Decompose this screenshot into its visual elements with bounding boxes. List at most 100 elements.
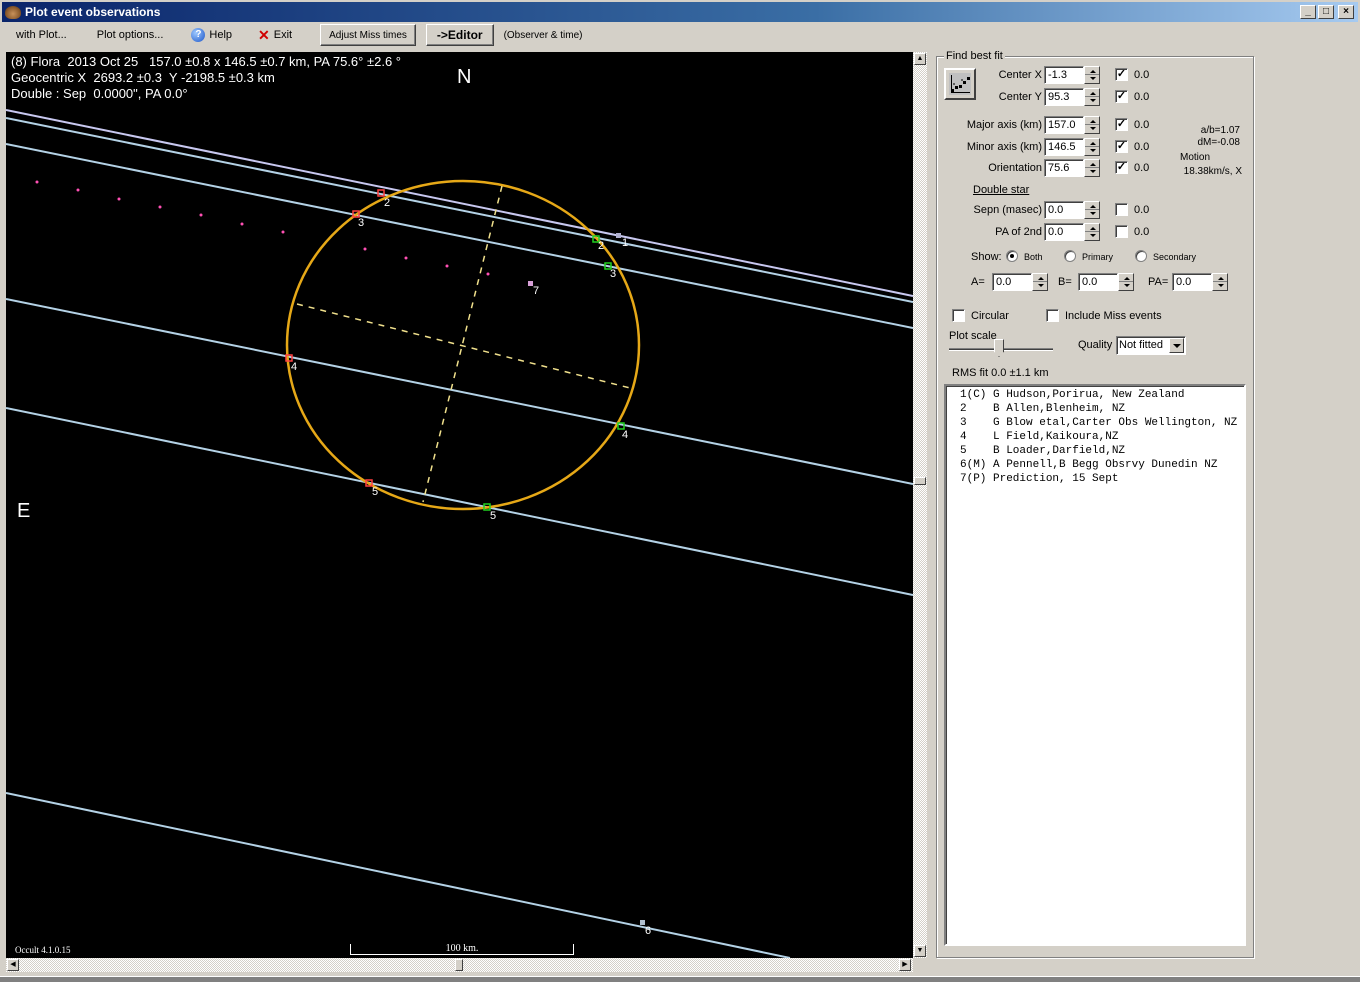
chord-label-2b: 2 xyxy=(598,240,604,252)
scroll-up-button[interactable]: ▲ xyxy=(914,53,926,65)
center-x-spinner[interactable] xyxy=(1084,66,1100,84)
center-y-spinner[interactable] xyxy=(1084,88,1100,106)
pa-label: PA= xyxy=(1148,276,1169,288)
list-item[interactable]: 1(C) G Hudson,Porirua, New Zealand xyxy=(946,388,1244,402)
major-axis-spinner[interactable] xyxy=(1084,116,1100,134)
b-input[interactable]: 0.0 xyxy=(1078,273,1118,291)
menu-plot-options-label: Plot options... xyxy=(96,29,164,41)
major-axis-label: Major axis (km) xyxy=(966,119,1042,131)
center-x-input[interactable]: -1.3 xyxy=(1044,66,1084,84)
center-x-checkbox[interactable]: ✓ xyxy=(1115,68,1128,81)
find-best-fit-title: Find best fit xyxy=(944,50,1005,62)
a-input[interactable]: 0.0 xyxy=(992,273,1032,291)
menu-help[interactable]: ? Help xyxy=(173,24,242,46)
pa-2nd-spinner[interactable] xyxy=(1084,223,1100,241)
minimize-button[interactable]: _ xyxy=(1300,5,1316,19)
horizontal-scroll-thumb[interactable] xyxy=(455,959,463,971)
double-star-title: Double star xyxy=(973,184,1030,196)
prediction-point xyxy=(363,247,367,251)
menu-plot-options[interactable]: Plot options... xyxy=(77,24,174,46)
list-item[interactable]: 5 B Loader,Darfield,NZ xyxy=(946,444,1244,458)
observer-list[interactable]: 1(C) G Hudson,Porirua, New Zealand 2 B A… xyxy=(944,384,1246,946)
sepn-spinner[interactable] xyxy=(1084,201,1100,219)
list-item[interactable]: 7(P) Prediction, 15 Sept xyxy=(946,472,1244,486)
vertical-scroll-thumb[interactable] xyxy=(914,477,926,485)
circular-checkbox[interactable] xyxy=(952,309,965,322)
quality-select[interactable]: Not fitted xyxy=(1116,336,1186,355)
chord-line-5 xyxy=(6,407,913,596)
minor-axis-spinner[interactable] xyxy=(1084,138,1100,156)
pa-2nd-input[interactable]: 0.0 xyxy=(1044,223,1084,241)
list-item[interactable]: 3 G Blow etal,Carter Obs Wellington, NZ xyxy=(946,416,1244,430)
menu-bar: with Plot... Plot options... ? Help ✕ Ex… xyxy=(2,22,1358,48)
prediction-point xyxy=(486,272,490,276)
show-both-radio[interactable] xyxy=(1006,250,1018,262)
prediction-point xyxy=(445,264,449,268)
pa-spinner[interactable] xyxy=(1212,273,1228,291)
plot-scale-label: Plot scale xyxy=(949,330,997,342)
chord-label-7: 7 xyxy=(533,285,539,297)
scale-label: 100 km. xyxy=(445,943,479,954)
b-spinner[interactable] xyxy=(1118,273,1134,291)
motion-value: 18.38km/s, X xyxy=(1183,166,1242,177)
plot-canvas[interactable]: 1 2 2 3 3 4 4 5 5 6 7 (8) Flora 2013 Oct 25 157.0 … xyxy=(6,52,913,958)
prediction-point xyxy=(76,188,80,192)
major-axis-input[interactable]: 157.0 xyxy=(1044,116,1084,134)
vertical-scrollbar[interactable]: ▲ ▼ xyxy=(913,52,927,958)
quality-label: Quality xyxy=(1078,339,1113,351)
center-x-delta: 0.0 xyxy=(1134,69,1150,81)
horizontal-scrollbar[interactable]: ◀ ▶ xyxy=(6,958,913,972)
minor-axis-line xyxy=(422,185,503,503)
prediction-point xyxy=(281,230,285,234)
chord-line-1 xyxy=(6,109,913,297)
sepn-input[interactable]: 0.0 xyxy=(1044,201,1084,219)
prediction-point xyxy=(240,222,244,226)
maximize-button[interactable]: □ xyxy=(1318,5,1334,19)
plot-graphics: 1 2 2 3 3 4 4 5 5 6 7 xyxy=(6,109,913,958)
list-item[interactable]: 2 B Allen,Blenheim, NZ xyxy=(946,402,1244,416)
pa-2nd-label: PA of 2nd xyxy=(995,226,1042,238)
center-y-delta: 0.0 xyxy=(1134,91,1150,103)
close-button[interactable]: × xyxy=(1338,5,1354,19)
menu-exit[interactable]: ✕ Exit xyxy=(242,24,302,46)
chord-label-5a: 5 xyxy=(372,486,378,498)
center-y-checkbox[interactable]: ✓ xyxy=(1115,90,1128,103)
pa-2nd-checkbox[interactable] xyxy=(1115,225,1128,238)
chevron-down-icon[interactable] xyxy=(1169,338,1184,353)
center-y-label: Center Y xyxy=(998,91,1042,103)
fit-panel: Find best fit Center X -1.3 ✓ 0.0 Center… xyxy=(936,48,1354,958)
exit-icon: ✕ xyxy=(258,26,270,43)
menu-with-plot[interactable]: with Plot... xyxy=(2,24,77,46)
show-secondary-radio[interactable] xyxy=(1135,250,1147,262)
orientation-checkbox[interactable]: ✓ xyxy=(1115,161,1128,174)
minor-axis-input[interactable]: 146.5 xyxy=(1044,138,1084,156)
prediction-point xyxy=(35,180,39,184)
scroll-down-button[interactable]: ▼ xyxy=(914,945,926,957)
sepn-checkbox[interactable] xyxy=(1115,203,1128,216)
orientation-input[interactable]: 75.6 xyxy=(1044,159,1084,177)
major-axis-checkbox[interactable]: ✓ xyxy=(1115,118,1128,131)
menu-with-plot-label: with Plot... xyxy=(16,29,67,41)
editor-button[interactable]: ->Editor xyxy=(425,24,494,46)
chord-label-3b: 3 xyxy=(610,268,616,280)
show-primary-radio[interactable] xyxy=(1064,250,1076,262)
menu-exit-label: Exit xyxy=(273,29,293,41)
minor-axis-checkbox[interactable]: ✓ xyxy=(1115,140,1128,153)
sepn-label: Sepn (masec) xyxy=(973,204,1042,216)
orientation-spinner[interactable] xyxy=(1084,159,1100,177)
chord-label-6: 6 xyxy=(645,925,651,937)
scroll-right-button[interactable]: ▶ xyxy=(899,959,911,971)
pa-input[interactable]: 0.0 xyxy=(1172,273,1212,291)
a-label: A= xyxy=(971,276,985,288)
version-label: Occult 4.1.0.15 xyxy=(15,945,71,955)
chord-label-1: 1 xyxy=(622,237,628,249)
plot-header-line1: (8) Flora 2013 Oct 25 157.0 ±0.8 x 146.5… xyxy=(11,54,401,69)
center-y-input[interactable]: 95.3 xyxy=(1044,88,1084,106)
a-spinner[interactable] xyxy=(1032,273,1048,291)
adjust-miss-times-button[interactable]: Adjust Miss times xyxy=(320,24,416,46)
show-secondary-label: Secondary xyxy=(1153,252,1197,262)
scroll-left-button[interactable]: ◀ xyxy=(7,959,19,971)
list-item[interactable]: 4 L Field,Kaikoura,NZ xyxy=(946,430,1244,444)
include-miss-checkbox[interactable] xyxy=(1046,309,1059,322)
list-item[interactable]: 6(M) A Pennell,B Begg Obsrvy Dunedin NZ xyxy=(946,458,1244,472)
